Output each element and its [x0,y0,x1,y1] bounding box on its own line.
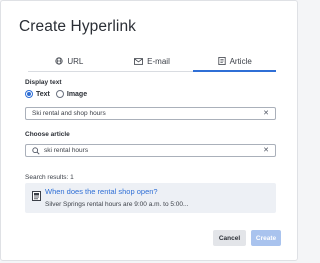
tab-article-label: Article [229,56,252,66]
display-text-value[interactable]: Ski rental and shop hours [32,110,263,117]
close-icon[interactable]: ✕ [263,110,269,117]
display-text-field[interactable]: Ski rental and shop hours ✕ [25,107,276,120]
envelope-icon [134,57,144,65]
globe-icon [55,57,63,65]
link-type-tabs: URL E-mail Article [28,51,276,72]
article-search-input[interactable]: ski rental hours ✕ [25,144,276,157]
tab-url[interactable]: URL [28,51,111,71]
tab-url-label: URL [67,56,84,66]
radio-text[interactable] [25,90,33,98]
create-button[interactable]: Create [251,230,281,246]
radio-option-image[interactable]: Image [55,90,88,98]
dialog-title: Create Hyperlink [19,18,137,35]
display-text-label: Display text [25,79,62,86]
search-results-count: Search results: 1 [25,174,74,181]
article-search-value[interactable]: ski rental hours [44,147,263,154]
radio-text-label: Text [36,90,50,98]
document-icon [32,188,41,206]
search-result-item[interactable]: When does the rental shop open? Silver S… [25,183,276,213]
tab-email-label: E-mail [147,56,170,66]
tab-article[interactable]: Article [193,51,276,72]
search-icon [32,146,40,155]
article-icon [217,57,226,65]
tab-email[interactable]: E-mail [111,51,194,71]
result-snippet: Silver Springs rental hours are 9:00 a.m… [45,201,189,208]
radio-option-text[interactable]: Text [25,90,50,98]
close-icon[interactable]: ✕ [263,147,269,154]
create-hyperlink-dialog: Create Hyperlink URL E-mail Article Disp… [0,0,298,261]
cancel-button[interactable]: Cancel [213,230,246,246]
result-title-link[interactable]: When does the rental shop open? [45,187,158,196]
radio-image[interactable] [55,90,64,98]
radio-image-label: Image [66,90,88,98]
choose-article-label: Choose article [25,131,70,138]
display-type-radio-group: Text Image [25,90,93,98]
